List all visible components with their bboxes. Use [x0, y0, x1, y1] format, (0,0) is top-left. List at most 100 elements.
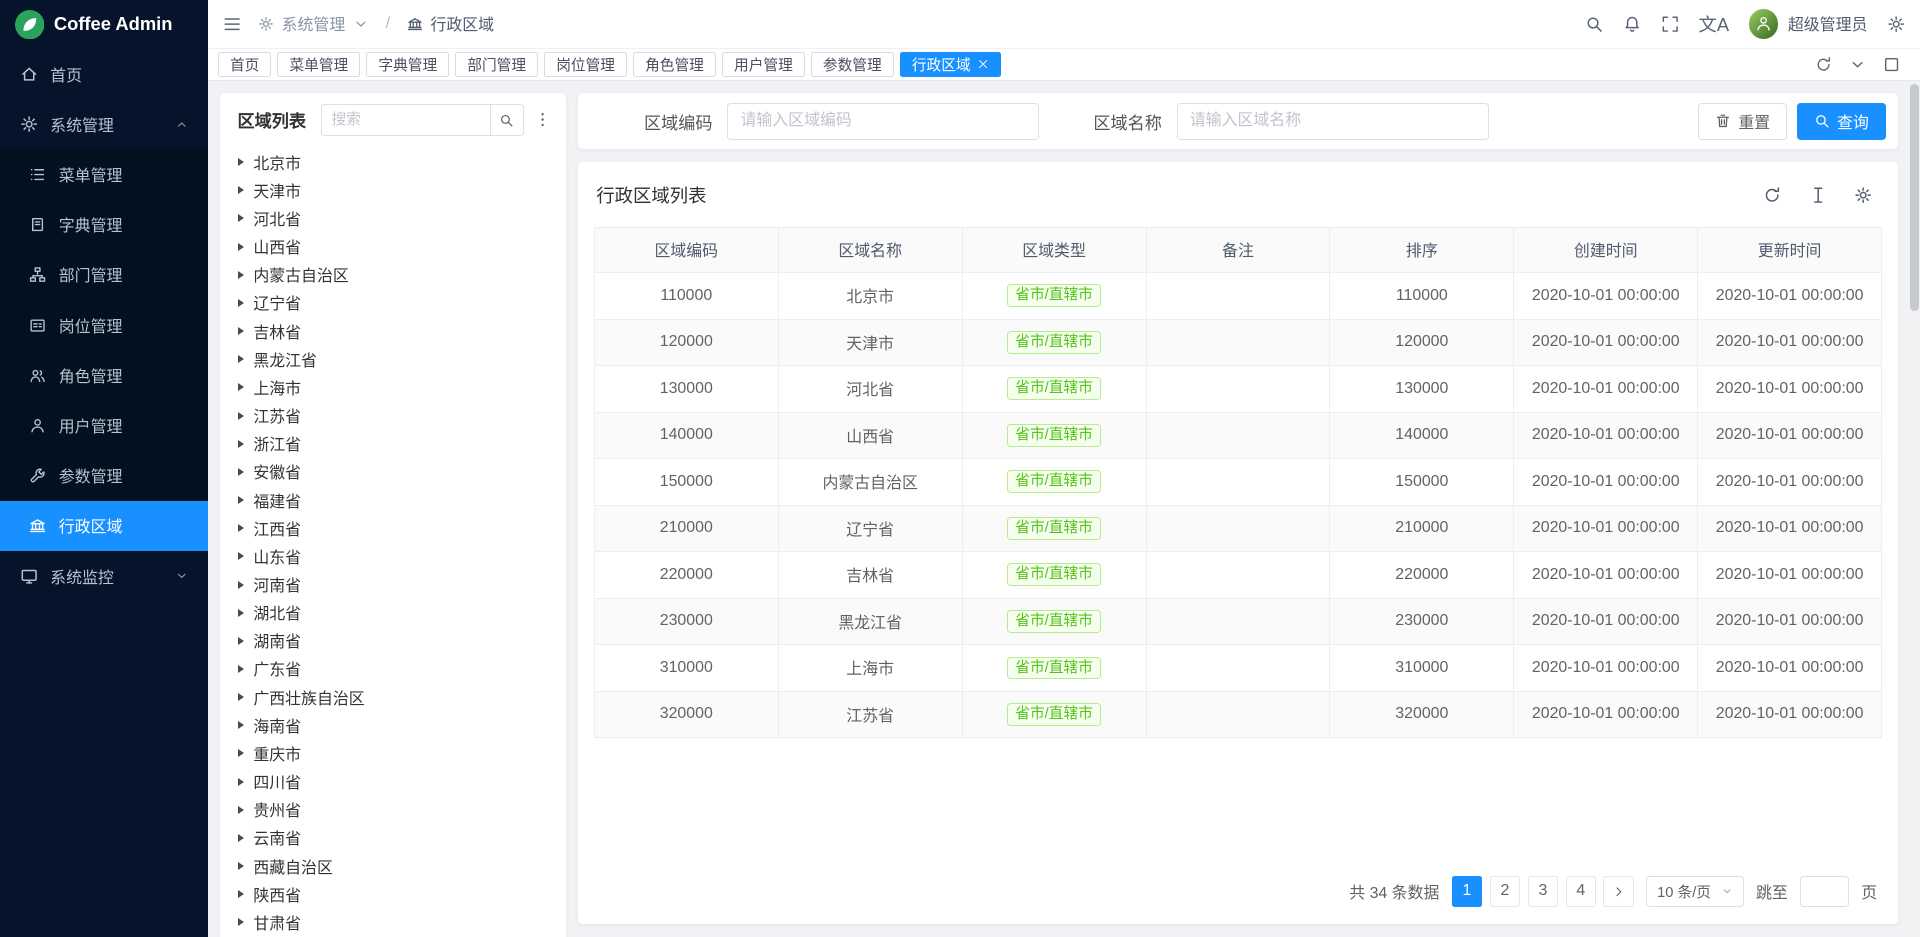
scrollbar-thumb[interactable]: [1910, 84, 1919, 311]
caret-right-icon[interactable]: [238, 383, 244, 391]
tree-item[interactable]: 山西省: [220, 233, 565, 261]
tree-search-button[interactable]: [490, 104, 524, 136]
table-row[interactable]: 320000 江苏省 省市/直辖市 320000 2020-10-01 00:0…: [594, 691, 1881, 738]
sidebar-subitem[interactable]: 岗位管理: [0, 300, 208, 350]
tree-item[interactable]: 北京市: [220, 148, 565, 176]
refresh-icon[interactable]: [1763, 186, 1781, 204]
caret-right-icon[interactable]: [238, 299, 244, 307]
tree-item[interactable]: 江苏省: [220, 402, 565, 430]
next-page-button[interactable]: [1603, 876, 1634, 907]
scrollbar-track[interactable]: [1909, 81, 1920, 937]
caret-right-icon[interactable]: [238, 158, 244, 166]
tree-search-input[interactable]: [321, 104, 490, 136]
caret-right-icon[interactable]: [238, 778, 244, 786]
user-menu[interactable]: 超级管理员: [1749, 9, 1868, 38]
tree-item[interactable]: 重庆市: [220, 739, 565, 767]
caret-right-icon[interactable]: [238, 552, 244, 560]
tree-item[interactable]: 四川省: [220, 768, 565, 796]
table-settings-icon[interactable]: [1854, 186, 1872, 204]
table-row[interactable]: 150000 内蒙古自治区 省市/直辖市 150000 2020-10-01 0…: [594, 459, 1881, 506]
caret-right-icon[interactable]: [238, 890, 244, 898]
caret-right-icon[interactable]: [238, 834, 244, 842]
more-options-icon[interactable]: [534, 111, 551, 128]
caret-right-icon[interactable]: [238, 721, 244, 729]
tab[interactable]: 菜单管理: [277, 52, 360, 78]
sidebar-subitem[interactable]: 参数管理: [0, 451, 208, 501]
sidebar-item-home[interactable]: 首页: [0, 49, 208, 99]
tree-item[interactable]: 福建省: [220, 486, 565, 514]
search-icon[interactable]: [1585, 15, 1603, 33]
page-button[interactable]: 1: [1452, 876, 1483, 907]
tree-item[interactable]: 江西省: [220, 514, 565, 542]
caret-right-icon[interactable]: [238, 637, 244, 645]
tab[interactable]: 行政区域: [900, 52, 1001, 78]
tree-item[interactable]: 海南省: [220, 711, 565, 739]
tree-item[interactable]: 安徽省: [220, 458, 565, 486]
page-button[interactable]: 3: [1528, 876, 1559, 907]
table-row[interactable]: 110000 北京市 省市/直辖市 110000 2020-10-01 00:0…: [594, 273, 1881, 320]
tab[interactable]: 首页: [218, 52, 271, 78]
tab[interactable]: 角色管理: [633, 52, 716, 78]
table-row[interactable]: 310000 上海市 省市/直辖市 310000 2020-10-01 00:0…: [594, 645, 1881, 692]
page-button[interactable]: 4: [1566, 876, 1597, 907]
caret-right-icon[interactable]: [238, 918, 244, 926]
tree-item[interactable]: 广东省: [220, 655, 565, 683]
sidebar-item-system-management[interactable]: 系统管理: [0, 99, 208, 149]
tree-item[interactable]: 上海市: [220, 373, 565, 401]
tree-item[interactable]: 辽宁省: [220, 289, 565, 317]
table-row[interactable]: 210000 辽宁省 省市/直辖市 210000 2020-10-01 00:0…: [594, 505, 1881, 552]
caret-right-icon[interactable]: [238, 271, 244, 279]
tab[interactable]: 岗位管理: [544, 52, 627, 78]
tree-item[interactable]: 内蒙古自治区: [220, 261, 565, 289]
sidebar-subitem[interactable]: 用户管理: [0, 400, 208, 450]
region-name-input[interactable]: [1177, 103, 1489, 140]
table-row[interactable]: 220000 吉林省 省市/直辖市 220000 2020-10-01 00:0…: [594, 552, 1881, 599]
caret-right-icon[interactable]: [238, 693, 244, 701]
bell-icon[interactable]: [1623, 15, 1641, 33]
sidebar-subitem[interactable]: 行政区域: [0, 501, 208, 551]
tree-item[interactable]: 贵州省: [220, 796, 565, 824]
caret-right-icon[interactable]: [238, 524, 244, 532]
tab[interactable]: 参数管理: [811, 52, 894, 78]
tree-item[interactable]: 广西壮族自治区: [220, 683, 565, 711]
close-icon[interactable]: [977, 58, 989, 70]
translate-icon[interactable]: 文A: [1699, 15, 1730, 33]
caret-right-icon[interactable]: [238, 355, 244, 363]
tree-item[interactable]: 天津市: [220, 176, 565, 204]
sidebar-subitem[interactable]: 菜单管理: [0, 149, 208, 199]
tree-item[interactable]: 浙江省: [220, 430, 565, 458]
caret-right-icon[interactable]: [238, 749, 244, 757]
tree-item[interactable]: 湖北省: [220, 599, 565, 627]
caret-right-icon[interactable]: [238, 806, 244, 814]
jump-page-input[interactable]: [1800, 876, 1849, 908]
tab[interactable]: 部门管理: [455, 52, 538, 78]
reset-button[interactable]: 重置: [1698, 103, 1787, 140]
caret-right-icon[interactable]: [238, 243, 244, 251]
tree-item[interactable]: 湖南省: [220, 627, 565, 655]
tree-item[interactable]: 河南省: [220, 570, 565, 598]
table-row[interactable]: 120000 天津市 省市/直辖市 120000 2020-10-01 00:0…: [594, 319, 1881, 366]
tree-item[interactable]: 西藏自治区: [220, 852, 565, 880]
caret-right-icon[interactable]: [238, 862, 244, 870]
tree-item[interactable]: 云南省: [220, 824, 565, 852]
caret-right-icon[interactable]: [238, 186, 244, 194]
caret-right-icon[interactable]: [238, 496, 244, 504]
settings-gear-icon[interactable]: [1887, 15, 1905, 33]
tree-item[interactable]: 黑龙江省: [220, 345, 565, 373]
page-size-select[interactable]: 10 条/页: [1646, 876, 1743, 908]
sidebar-subitem[interactable]: 部门管理: [0, 250, 208, 300]
page-button[interactable]: 2: [1490, 876, 1521, 907]
column-height-icon[interactable]: [1809, 186, 1827, 204]
table-row[interactable]: 130000 河北省 省市/直辖市 130000 2020-10-01 00:0…: [594, 366, 1881, 413]
chevron-down-icon[interactable]: [1849, 56, 1866, 73]
sidebar-subitem[interactable]: 字典管理: [0, 200, 208, 250]
tree-item[interactable]: 吉林省: [220, 317, 565, 345]
tree-item[interactable]: 河北省: [220, 204, 565, 232]
caret-right-icon[interactable]: [238, 440, 244, 448]
refresh-icon[interactable]: [1815, 56, 1832, 73]
caret-right-icon[interactable]: [238, 468, 244, 476]
tab[interactable]: 字典管理: [366, 52, 449, 78]
caret-right-icon[interactable]: [238, 214, 244, 222]
caret-right-icon[interactable]: [238, 412, 244, 420]
fullscreen-icon[interactable]: [1661, 15, 1679, 33]
